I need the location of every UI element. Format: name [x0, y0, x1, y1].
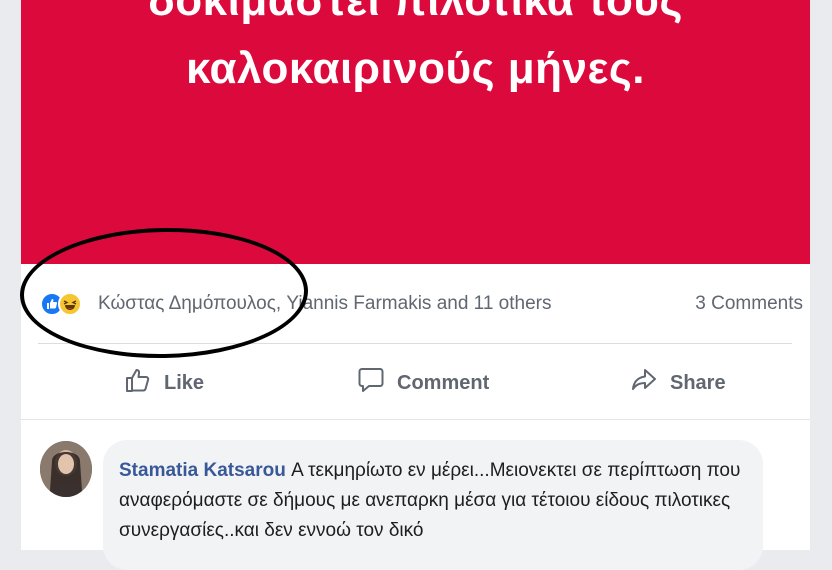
- banner-text-line-1: δοκιμάστει πιλοτικά τους: [148, 0, 683, 25]
- avatar[interactable]: [40, 441, 92, 497]
- comment-bubble: Stamatia Katsarou Α τεκμηρίωτο εν μέρει.…: [103, 440, 763, 570]
- thumbs-up-icon: [124, 366, 152, 400]
- comment-button[interactable]: Comment: [357, 358, 489, 408]
- like-label: Like: [164, 371, 205, 394]
- share-label: Share: [670, 371, 726, 394]
- divider: [21, 419, 810, 420]
- share-button[interactable]: Share: [630, 358, 726, 408]
- comment-body: Stamatia Katsarou Α τεκμηρίωτο εν μέρει.…: [119, 456, 759, 546]
- post-image-banner[interactable]: δοκιμάστει πιλοτικά τους καλοκαιρινούς μ…: [21, 0, 810, 264]
- speech-bubble-icon: [357, 366, 385, 400]
- banner-text-line-2: καλοκαιρινούς μήνες.: [185, 44, 646, 93]
- comment-author-link[interactable]: Stamatia Katsarou: [119, 460, 286, 481]
- comment-label: Comment: [397, 371, 490, 394]
- comments-count-link[interactable]: 3 Comments: [695, 293, 803, 315]
- like-button[interactable]: Like: [124, 358, 204, 408]
- share-arrow-icon: [630, 366, 658, 400]
- post-actions-bar: Like Comment Share: [21, 358, 810, 408]
